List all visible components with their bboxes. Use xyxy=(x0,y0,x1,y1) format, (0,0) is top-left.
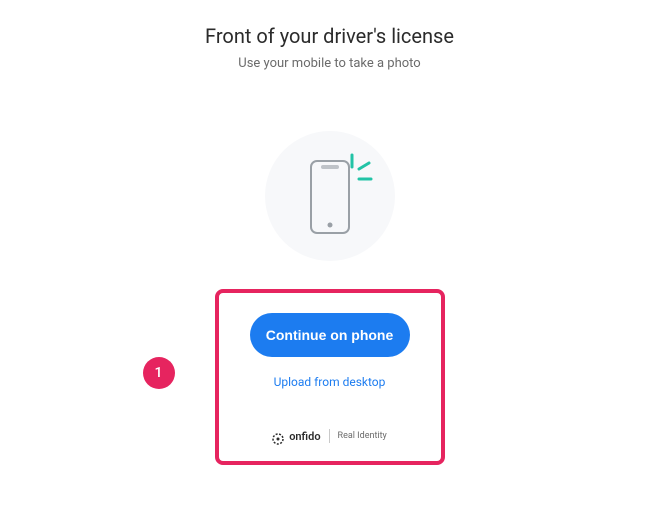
phone-illustration xyxy=(265,131,395,261)
continue-on-phone-button[interactable]: Continue on phone xyxy=(250,313,410,357)
brand-logo: onfido xyxy=(272,430,320,443)
branding: onfido Real Identity xyxy=(272,429,387,443)
upload-step-container: Front of your driver's license Use your … xyxy=(0,0,659,465)
annotation-number: 1 xyxy=(155,365,163,381)
action-panel: 1 Continue on phone Upload from desktop … xyxy=(215,289,445,465)
page-title: Front of your driver's license xyxy=(205,24,454,48)
page-subtitle: Use your mobile to take a photo xyxy=(238,56,420,71)
annotation-badge: 1 xyxy=(143,357,175,389)
brand-name: onfido xyxy=(289,430,320,443)
onfido-logo-icon xyxy=(272,430,284,442)
brand-divider xyxy=(329,429,330,443)
phone-icon xyxy=(275,141,385,251)
upload-from-desktop-link[interactable]: Upload from desktop xyxy=(274,375,386,389)
brand-tagline: Real Identity xyxy=(338,431,387,441)
